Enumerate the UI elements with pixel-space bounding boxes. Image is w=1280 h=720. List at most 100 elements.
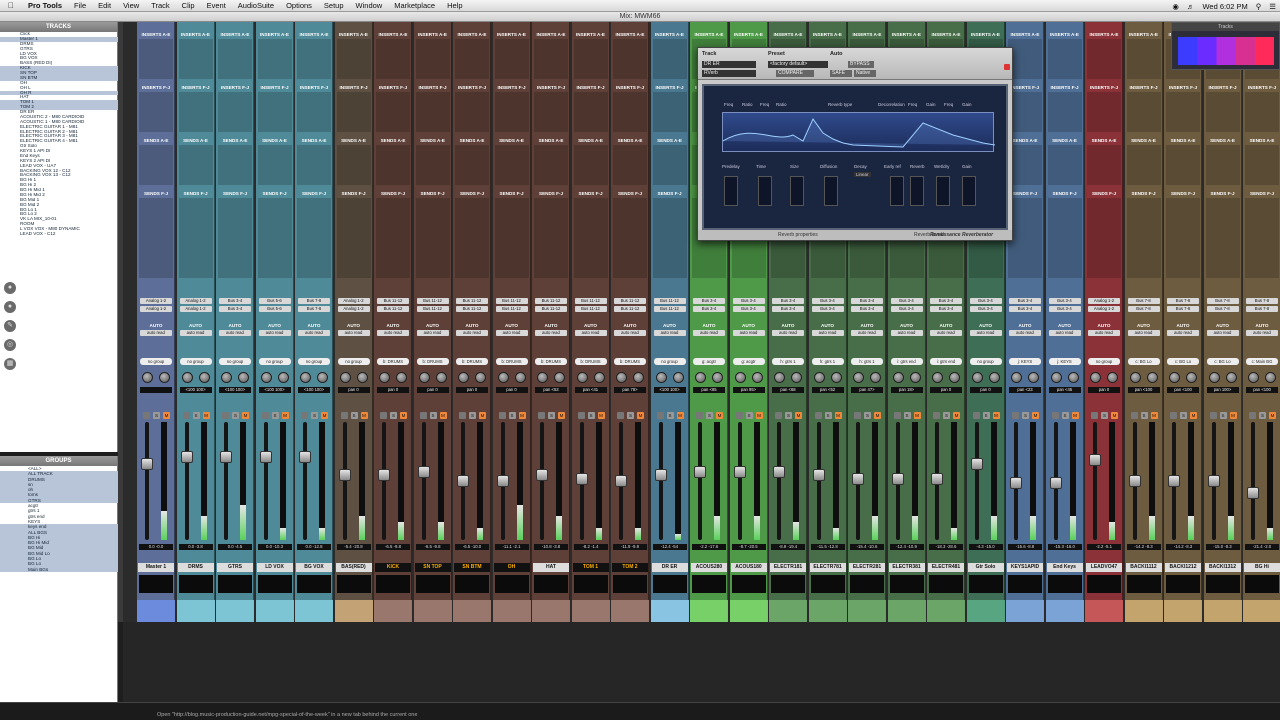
mute-button[interactable]: M xyxy=(1071,412,1079,419)
solo-button[interactable]: S xyxy=(429,412,437,419)
group-selector[interactable]: j: KEYS xyxy=(1048,358,1081,365)
mute-button[interactable]: M xyxy=(1032,412,1039,419)
io-output[interactable]: Bus 3-4 xyxy=(811,306,844,312)
io-input[interactable]: Bus 3-4 xyxy=(732,298,765,304)
sends-fj-slots[interactable] xyxy=(336,198,371,278)
mic-icon[interactable]: ◎ xyxy=(4,339,16,351)
automation-mode[interactable]: auto read xyxy=(416,330,449,336)
inserts-ae-label[interactable]: INSERTS A-E xyxy=(1128,31,1160,38)
track-name[interactable]: LEADVO47 xyxy=(1086,563,1122,572)
sends-ae-slots[interactable] xyxy=(613,145,647,185)
menu-clip[interactable]: Clip xyxy=(176,1,201,10)
sends-fj-label[interactable]: SENDS F-J xyxy=(417,190,449,197)
sends-fj-label[interactable]: SENDS F-J xyxy=(377,190,409,197)
pan-knob-right[interactable] xyxy=(198,372,210,383)
automation-mode[interactable]: auto read xyxy=(219,330,251,336)
inserts-ae-label[interactable]: INSERTS A-E xyxy=(535,31,567,38)
inserts-ae-label[interactable]: INSERTS A-E xyxy=(772,31,804,38)
sends-fj-slots[interactable] xyxy=(376,198,410,278)
trim-tool-icon[interactable]: ● xyxy=(4,301,16,313)
io-input[interactable]: Analog 1-2 xyxy=(179,298,212,304)
inserts-fj-label[interactable]: INSERTS F-J xyxy=(456,84,488,91)
comments-field[interactable] xyxy=(1047,575,1082,593)
track-color-swatch[interactable] xyxy=(887,600,926,622)
inserts-fj-slots[interactable] xyxy=(1166,92,1200,132)
solo-button[interactable]: S xyxy=(469,412,476,419)
inserts-ae-label[interactable]: INSERTS A-E xyxy=(1049,31,1081,38)
track-color-swatch[interactable] xyxy=(927,600,965,622)
automation-mode[interactable]: auto read xyxy=(377,330,409,336)
sends-fj-slots[interactable] xyxy=(494,198,529,278)
pan-knob-left[interactable] xyxy=(813,372,825,383)
inserts-ae-slots[interactable] xyxy=(257,39,292,79)
pan-knob-left[interactable] xyxy=(932,372,943,383)
pan-knob-right[interactable] xyxy=(1146,372,1158,383)
sends-ae-label[interactable]: SENDS A-E xyxy=(140,137,172,144)
inserts-fj-slots[interactable] xyxy=(178,92,213,132)
pan-knob-right[interactable] xyxy=(356,372,368,383)
track-color-swatch[interactable] xyxy=(216,600,254,622)
comments-field[interactable] xyxy=(771,575,805,593)
record-button[interactable] xyxy=(656,412,664,419)
inserts-fj-slots[interactable] xyxy=(218,92,252,132)
inserts-fj-label[interactable]: INSERTS F-J xyxy=(1128,84,1160,91)
automation-mode[interactable]: auto read xyxy=(258,330,291,336)
automation-mode[interactable]: auto read xyxy=(614,330,646,336)
solo-button[interactable]: S xyxy=(627,412,634,419)
sends-fj-slots[interactable] xyxy=(1245,198,1279,278)
sends-ae-label[interactable]: SENDS A-E xyxy=(535,137,567,144)
track-color-swatch[interactable] xyxy=(729,600,768,622)
volume-icon[interactable]: ♬ xyxy=(1183,2,1199,11)
mute-button[interactable]: M xyxy=(439,412,447,419)
plugin-track-select[interactable]: DR ER xyxy=(702,61,756,68)
track-name[interactable]: HAT xyxy=(533,563,569,572)
io-input[interactable]: Bus 7-8 xyxy=(1167,298,1199,304)
pan-knob-right[interactable] xyxy=(554,372,565,383)
volume-fader[interactable] xyxy=(931,472,943,485)
track-color-swatch[interactable] xyxy=(532,600,570,622)
sends-ae-slots[interactable] xyxy=(1126,145,1161,185)
io-output[interactable]: Analog 1-2 xyxy=(179,306,212,312)
group-selector[interactable]: no group xyxy=(298,358,330,365)
pan-knob-left[interactable] xyxy=(971,372,983,383)
track-name[interactable]: KEYS1APID xyxy=(1007,563,1043,572)
record-button[interactable] xyxy=(893,412,901,419)
pencil-tool-icon[interactable]: ✎ xyxy=(4,320,16,332)
sends-ae-label[interactable]: SENDS A-E xyxy=(259,137,291,144)
pan-knob-right[interactable] xyxy=(593,372,605,383)
comments-field[interactable] xyxy=(139,575,173,593)
record-button[interactable] xyxy=(182,412,190,419)
track-color-swatch[interactable] xyxy=(650,600,689,622)
volume-fader[interactable] xyxy=(141,458,153,471)
search-icon[interactable]: ⚲ xyxy=(1252,2,1266,11)
menu-audiosuite[interactable]: AudioSuite xyxy=(232,1,280,10)
io-input[interactable]: Bus 11-12 xyxy=(653,298,686,304)
inserts-fj-label[interactable]: INSERTS F-J xyxy=(1088,84,1120,91)
solo-button[interactable]: S xyxy=(587,412,595,419)
volume-fader[interactable] xyxy=(378,469,390,482)
inserts-fj-slots[interactable] xyxy=(1087,92,1121,132)
comments-field[interactable] xyxy=(968,575,1003,593)
automation-mode[interactable]: auto read xyxy=(1009,330,1041,336)
pan-knob-right[interactable] xyxy=(435,372,447,383)
automation-mode[interactable]: auto read xyxy=(851,330,883,336)
sends-ae-slots[interactable] xyxy=(218,145,252,185)
io-input[interactable]: Bus 11-12 xyxy=(456,298,488,304)
group-selector[interactable]: b: DRUMS xyxy=(535,358,567,365)
solo-button[interactable]: S xyxy=(271,412,279,419)
sends-ae-slots[interactable] xyxy=(376,145,410,185)
inserts-ae-slots[interactable] xyxy=(1087,39,1121,79)
io-input[interactable]: Bus 11-12 xyxy=(416,298,449,304)
solo-button[interactable]: S xyxy=(548,412,555,419)
group-selector[interactable]: no group xyxy=(140,358,172,365)
io-output[interactable]: Bus 11-12 xyxy=(535,306,567,312)
pan-knob-left[interactable] xyxy=(655,372,667,383)
io-output[interactable]: Bus 3-4 xyxy=(851,306,883,312)
sends-ae-label[interactable]: SENDS A-E xyxy=(1207,137,1239,144)
inserts-fj-slots[interactable] xyxy=(336,92,371,132)
pan-knob-right[interactable] xyxy=(238,372,249,383)
inserts-fj-label[interactable]: INSERTS F-J xyxy=(259,84,291,91)
zoom-tool-icon[interactable]: ● xyxy=(4,282,16,294)
track-color-swatch[interactable] xyxy=(374,600,412,622)
comments-field[interactable] xyxy=(415,575,450,593)
